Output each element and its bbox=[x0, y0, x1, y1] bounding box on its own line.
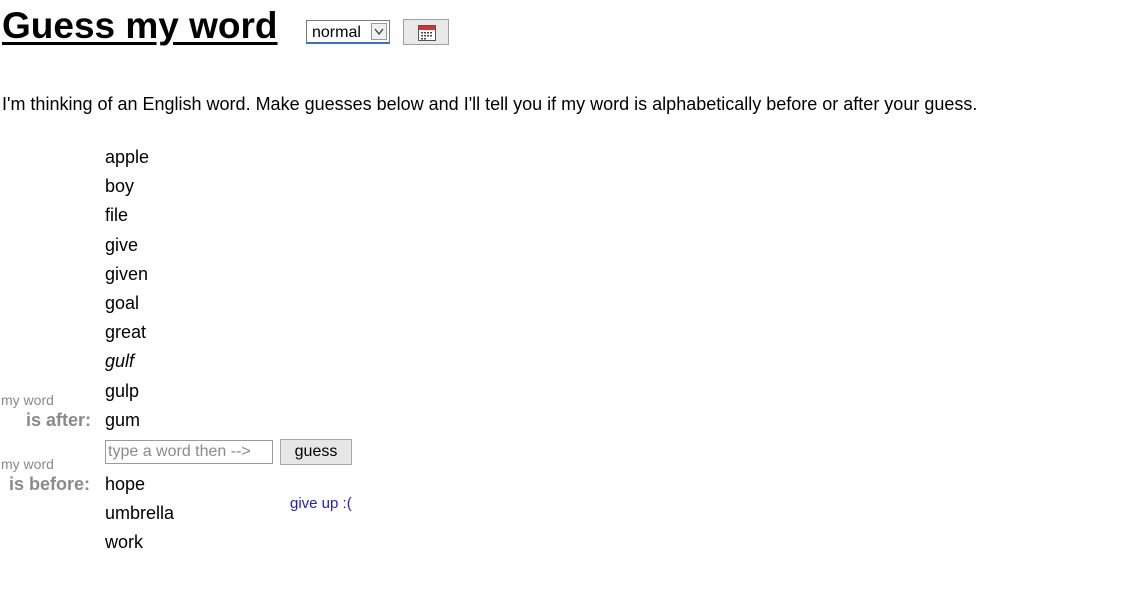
after-word: goal bbox=[105, 292, 140, 313]
after-word: gulf bbox=[105, 351, 135, 372]
chevron-down-icon bbox=[371, 23, 387, 40]
after-word: file bbox=[105, 205, 129, 226]
before-word: work bbox=[105, 532, 144, 553]
after-word-latest: gum bbox=[105, 409, 141, 430]
guess-button[interactable]: guess bbox=[280, 439, 352, 465]
after-word: apple bbox=[105, 147, 150, 167]
before-label: is before: bbox=[9, 474, 91, 494]
after-word: boy bbox=[105, 176, 135, 197]
after-word: given bbox=[105, 263, 149, 284]
page-title: Guess my word bbox=[2, 5, 278, 46]
intro-text: I'm thinking of an English word. Make gu… bbox=[2, 94, 978, 114]
before-label-small: my word bbox=[1, 456, 54, 472]
after-word: gulp bbox=[105, 380, 140, 401]
give-up-link[interactable]: give up :( bbox=[290, 495, 352, 513]
before-word-list: hope umbrella work bbox=[105, 472, 174, 560]
calendar-icon bbox=[418, 25, 436, 46]
calendar-button[interactable] bbox=[403, 19, 449, 45]
after-label-small: my word bbox=[1, 392, 54, 408]
guess-input[interactable] bbox=[105, 440, 273, 464]
after-label: is after: bbox=[26, 410, 92, 430]
before-word-latest: hope bbox=[105, 474, 146, 494]
after-word: great bbox=[105, 322, 147, 343]
mode-select-value: normal bbox=[312, 24, 361, 41]
after-word: give bbox=[105, 234, 139, 255]
before-word: umbrella bbox=[105, 503, 175, 524]
mode-select[interactable]: normal bbox=[306, 20, 390, 44]
after-word-list: apple boy file give given goal great gul… bbox=[105, 145, 149, 437]
